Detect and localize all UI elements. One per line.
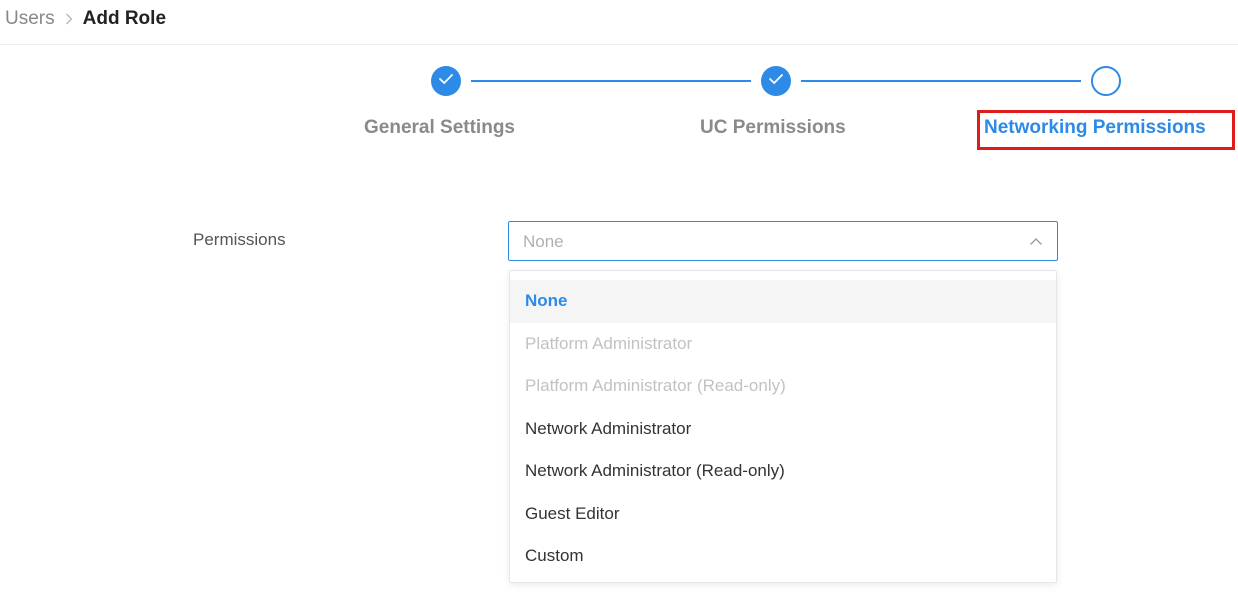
option-custom[interactable]: Custom [510,535,1056,578]
permissions-select-value: None [523,232,564,251]
check-icon [768,72,784,90]
step-label-general-settings[interactable]: General Settings [364,117,515,139]
option-platform-administrator-read-only[interactable]: Platform Administrator (Read-only) [510,365,1056,408]
permissions-label: Permissions [193,230,286,249]
option-none[interactable]: None [510,280,1056,323]
step-connector [801,80,1081,82]
breadcrumb-users-link[interactable]: Users [5,8,55,30]
step-networking-permissions-indicator [1091,66,1121,96]
header-divider [0,44,1238,45]
check-icon [438,72,454,90]
option-guest-editor[interactable]: Guest Editor [510,493,1056,536]
step-general-settings-indicator [431,66,461,96]
chevron-right-icon [65,13,73,25]
option-network-administrator-read-only[interactable]: Network Administrator (Read-only) [510,450,1056,493]
step-uc-permissions-indicator [761,66,791,96]
highlight-box [977,110,1235,150]
option-network-administrator[interactable]: Network Administrator [510,408,1056,451]
page-title: Add Role [82,8,167,29]
permissions-select[interactable]: None [508,221,1058,261]
step-connector [471,80,751,82]
chevron-up-icon[interactable] [1029,234,1043,248]
breadcrumb: Users Add Role [5,5,166,33]
add-role-page: Users Add Role General Settings UC Permi… [0,0,1238,597]
step-label-uc-permissions[interactable]: UC Permissions [700,117,846,139]
option-platform-administrator[interactable]: Platform Administrator [510,323,1056,366]
permissions-dropdown: None Platform Administrator Platform Adm… [509,270,1057,583]
